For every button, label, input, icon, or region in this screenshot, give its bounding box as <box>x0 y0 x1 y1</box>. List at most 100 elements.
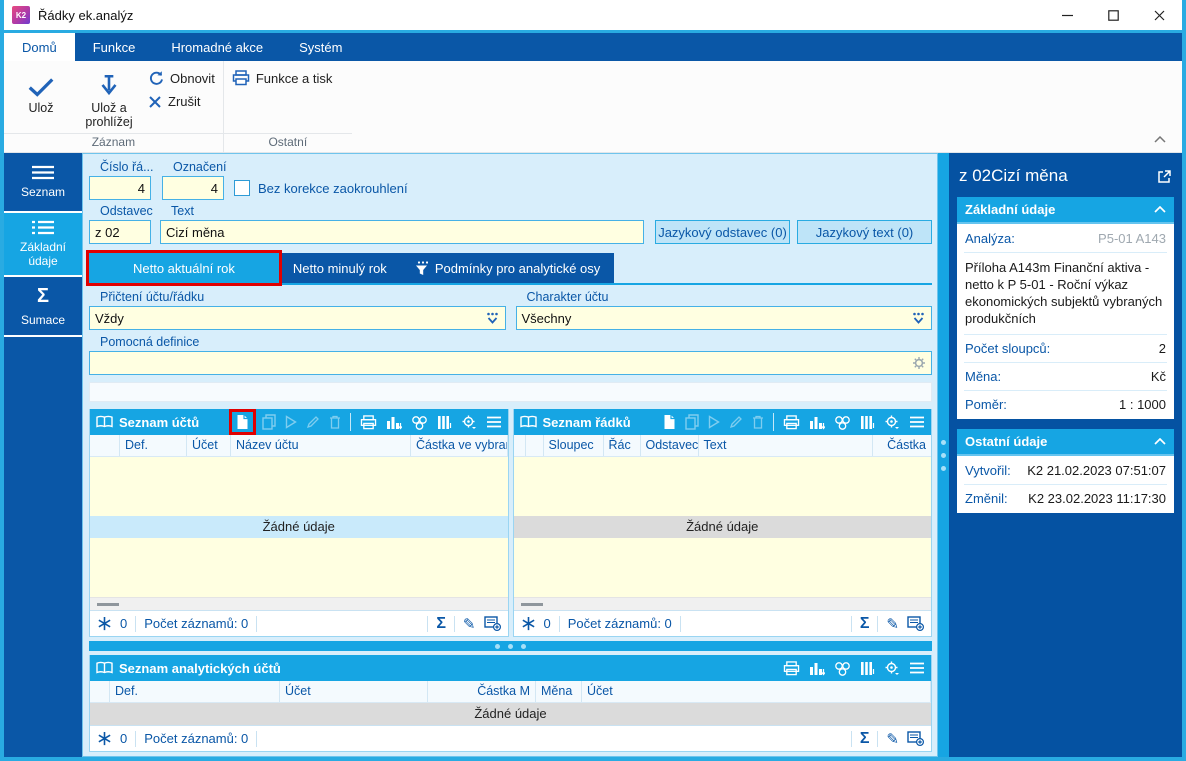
copy-record-button[interactable] <box>685 414 699 430</box>
save-button[interactable]: Ulož <box>12 67 70 115</box>
column-header-text[interactable]: Text <box>699 435 873 456</box>
column-header-radek[interactable]: Řác <box>604 435 641 456</box>
section-header[interactable]: Ostatní údaje <box>957 428 1174 456</box>
columns-button[interactable] <box>437 415 452 430</box>
copy-record-button[interactable] <box>261 414 276 430</box>
process-button[interactable] <box>834 661 851 676</box>
edit-button[interactable]: ✎ <box>886 615 899 633</box>
oznaceni-field[interactable]: 4 <box>162 176 224 200</box>
column-header-ucet2[interactable]: Účet <box>582 681 931 702</box>
collapse-section-button[interactable] <box>1154 437 1166 445</box>
run-button[interactable] <box>285 415 297 429</box>
tab-netto-aktualni-rok[interactable]: Netto aktuální rok <box>89 253 279 283</box>
charakter-uctu-dropdown[interactable]: Všechny <box>515 306 932 330</box>
ribbon-collapse-button[interactable] <box>1154 131 1166 146</box>
process-button[interactable] <box>834 415 851 430</box>
jazykovy-odstavec-button[interactable]: Jazykový odstavec (0) <box>655 220 790 244</box>
edit-record-button[interactable] <box>729 415 743 429</box>
pomocna-definice-field[interactable] <box>89 351 932 375</box>
chart-button[interactable] <box>809 415 825 430</box>
jazykovy-text-button[interactable]: Jazykový text (0) <box>797 220 932 244</box>
column-header-def[interactable]: Def. <box>110 681 280 702</box>
column-header[interactable] <box>514 435 526 456</box>
x-icon <box>148 95 162 109</box>
add-note-button[interactable] <box>907 731 924 746</box>
ribbon-tab-funkce[interactable]: Funkce <box>75 33 154 61</box>
tab-netto-minuly-rok[interactable]: Netto minulý rok <box>278 253 401 283</box>
settings-button[interactable] <box>884 415 900 430</box>
column-header-ucet[interactable]: Účet <box>280 681 428 702</box>
cancel-button[interactable]: Zrušit <box>148 94 215 109</box>
table-body[interactable]: Žádné údaje <box>513 457 931 597</box>
collapse-section-button[interactable] <box>1154 206 1166 213</box>
chart-button[interactable] <box>809 661 825 676</box>
close-button[interactable] <box>1136 0 1182 30</box>
ribbon-tab-hromadne-akce[interactable]: Hromadné akce <box>153 33 281 61</box>
column-header-castka[interactable]: Částka ve vybran <box>411 435 508 456</box>
run-button[interactable] <box>708 415 720 429</box>
edit-button[interactable]: ✎ <box>886 730 899 748</box>
ribbon-tab-domu[interactable]: Domů <box>4 33 75 61</box>
column-header[interactable] <box>90 681 110 702</box>
add-note-button[interactable] <box>907 616 924 631</box>
column-header-ucet[interactable]: Účet <box>187 435 231 456</box>
sidebar-item-seznam[interactable]: Seznam <box>4 153 82 213</box>
text-field[interactable]: Cizí měna <box>160 220 644 244</box>
columns-button[interactable] <box>860 661 875 676</box>
open-preview-button[interactable] <box>1157 169 1172 184</box>
table-menu-button[interactable] <box>486 416 502 428</box>
save-and-view-button[interactable]: Ulož a prohlížej <box>80 67 138 130</box>
column-header-odstavec[interactable]: Odstavec <box>641 435 699 456</box>
add-note-button[interactable] <box>483 616 501 631</box>
table-body[interactable]: Žádné údaje <box>90 457 508 597</box>
new-record-button[interactable] <box>232 412 253 432</box>
horizontal-scrollbar[interactable] <box>90 597 508 610</box>
bar-chart-icon <box>810 416 825 429</box>
cislo-radku-field[interactable]: 4 <box>89 176 151 200</box>
maximize-button[interactable] <box>1090 0 1136 30</box>
sum-button[interactable]: Σ <box>860 615 870 633</box>
column-header-nazev-uctu[interactable]: Název účtu <box>231 435 411 456</box>
column-header-castka-m[interactable]: Částka M <box>428 681 536 702</box>
column-header-castka[interactable]: Částka <box>873 435 931 456</box>
minimize-button[interactable] <box>1044 0 1090 30</box>
section-header[interactable]: Základní údaje <box>957 197 1174 224</box>
prichteni-uctu-dropdown[interactable]: Vždy <box>89 306 506 330</box>
settings-button[interactable] <box>884 661 900 676</box>
vertical-splitter[interactable] <box>938 153 949 757</box>
sidebar-item-zakladni-udaje[interactable]: Základní údaje <box>4 213 82 277</box>
edit-button[interactable]: ✎ <box>463 615 476 633</box>
delete-record-button[interactable] <box>752 415 764 429</box>
edit-record-button[interactable] <box>306 415 320 429</box>
print-button[interactable] <box>783 660 800 676</box>
delete-record-button[interactable] <box>329 415 341 429</box>
table-menu-button[interactable] <box>909 416 925 428</box>
process-button[interactable] <box>411 415 428 430</box>
column-header-sloupec[interactable]: Sloupec <box>544 435 604 456</box>
settings-button[interactable] <box>461 415 477 430</box>
columns-button[interactable] <box>860 415 875 430</box>
print-button[interactable] <box>360 414 377 430</box>
column-header[interactable] <box>526 435 544 456</box>
sum-button[interactable]: Σ <box>860 730 870 748</box>
horizontal-scrollbar[interactable] <box>513 597 931 610</box>
ribbon-tab-system[interactable]: Systém <box>281 33 360 61</box>
horizontal-splitter[interactable] <box>89 641 932 651</box>
functions-print-button[interactable]: Funkce a tisk <box>232 67 332 86</box>
scrollbar-thumb[interactable] <box>520 603 543 606</box>
tab-podminky-pro-analyticke-osy[interactable]: Podmínky pro analytické osy <box>400 253 615 283</box>
refresh-button[interactable]: Obnovit <box>148 70 215 86</box>
new-record-button[interactable] <box>663 414 676 430</box>
sidebar-item-sumace[interactable]: Σ Sumace <box>4 277 82 337</box>
column-header-mena[interactable]: Měna <box>536 681 582 702</box>
bez-korekce-checkbox[interactable] <box>234 180 250 196</box>
column-header-def[interactable]: Def. <box>120 435 187 456</box>
table-menu-button[interactable] <box>909 662 925 674</box>
sum-button[interactable]: Σ <box>436 615 446 633</box>
odstavec-field[interactable]: z 02 <box>89 220 151 244</box>
column-header[interactable] <box>90 435 120 456</box>
chart-button[interactable] <box>386 415 402 430</box>
table-body[interactable]: Žádné údaje <box>90 703 931 725</box>
print-button[interactable] <box>783 414 800 430</box>
scrollbar-thumb[interactable] <box>97 603 119 606</box>
